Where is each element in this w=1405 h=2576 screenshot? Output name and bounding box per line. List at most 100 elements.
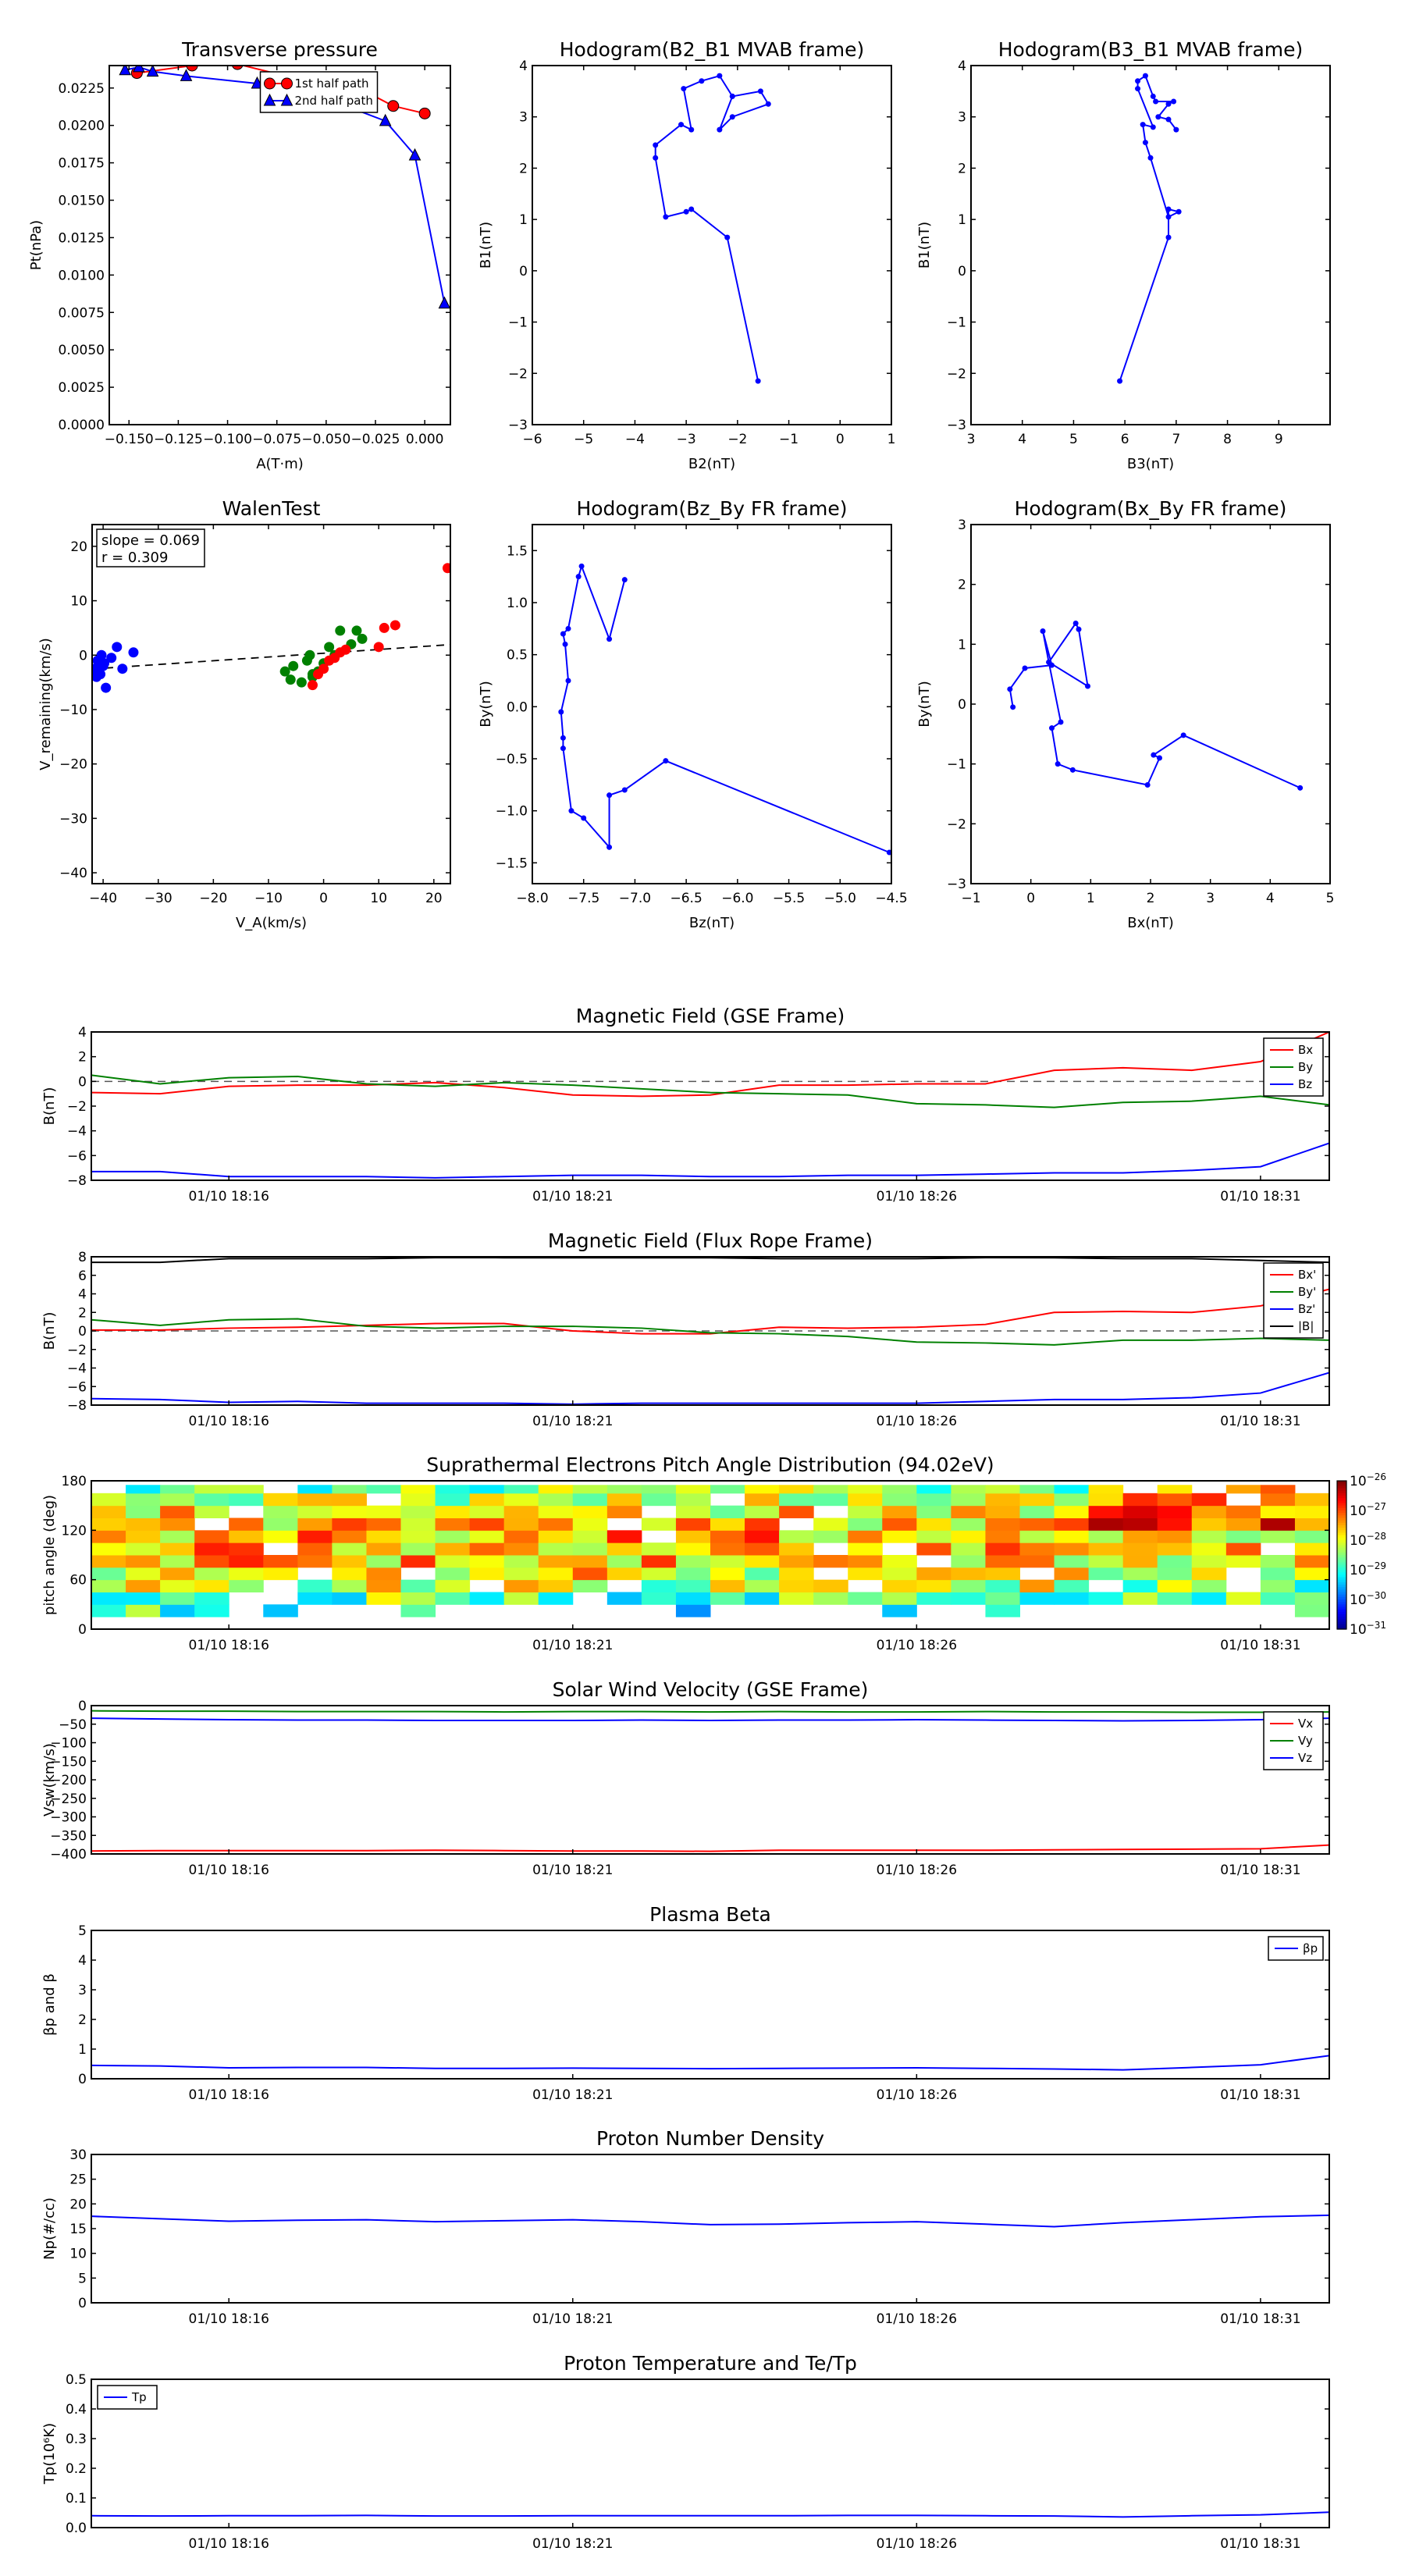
heatmap-cell <box>91 1517 126 1531</box>
heatmap-cell <box>675 1530 711 1543</box>
chart-bgse: Magnetic Field (GSE Frame) −8 −6 −4 −2 0 2 4 01/… <box>41 1005 1330 1204</box>
x-axis-label: Bx(nT) <box>1127 915 1173 931</box>
x-tick-label: 1 <box>887 432 896 447</box>
y-tick-label: 0 <box>958 264 966 279</box>
x-tick-label: 01/10 18:31 <box>1220 2536 1300 2552</box>
plot-area <box>91 1710 1329 1852</box>
x-tick-label: 01/10 18:21 <box>532 2536 613 2552</box>
y-tick-label: −0.5 <box>496 752 528 767</box>
heatmap-cell <box>813 1530 848 1543</box>
heatmap-cell <box>263 1530 298 1543</box>
heatmap-cell <box>916 1530 951 1543</box>
x-tick-label: 01/10 18:31 <box>1220 1638 1300 1653</box>
heatmap-cell <box>675 1485 711 1494</box>
heatmap-cell <box>503 1542 539 1556</box>
heatmap-cell <box>332 1505 367 1518</box>
data-point <box>92 666 98 677</box>
legend-label: Vz <box>1298 1751 1312 1765</box>
y-tick-label: 2 <box>958 161 966 176</box>
axes-frame <box>91 524 451 884</box>
heatmap-cell <box>366 1517 401 1531</box>
heatmap-cell <box>91 1493 126 1507</box>
data-point <box>560 735 566 741</box>
heatmap-cell <box>435 1567 471 1581</box>
data-point <box>1069 767 1076 773</box>
x-axis-label: A(T·m) <box>256 456 304 472</box>
x-tick-label: 01/10 18:16 <box>189 2536 269 2552</box>
x-tick-label: −7.0 <box>619 891 651 906</box>
data-point <box>1049 662 1055 668</box>
heatmap-cell <box>1294 1604 1330 1617</box>
heatmap-cell <box>1294 1530 1330 1543</box>
heatmap-cell <box>1157 1517 1193 1531</box>
heatmap-cell <box>297 1505 333 1518</box>
heatmap-cell <box>1054 1567 1090 1581</box>
y-tick-label: 0.0000 <box>59 418 105 433</box>
heatmap-cell <box>1294 1493 1330 1507</box>
y-axis-label: B1(nT) <box>478 222 494 269</box>
y-axis-label: Np(#/cc) <box>41 2197 58 2260</box>
y-tick-label: 3 <box>958 110 966 126</box>
heatmap-cell <box>332 1579 367 1592</box>
heatmap-cell <box>160 1505 195 1518</box>
series-line-Vz <box>91 1717 1329 1722</box>
data-point <box>1055 761 1061 767</box>
x-tick-label: 01/10 18:21 <box>532 1189 613 1204</box>
heatmap-cell <box>572 1567 608 1581</box>
heatmap-cell <box>1088 1592 1124 1605</box>
data-point <box>688 206 695 212</box>
y-tick-label: 0 <box>78 1324 87 1340</box>
series-line-0 <box>91 2214 1329 2228</box>
heatmap-cell <box>745 1505 780 1518</box>
chart-h31: Hodogram(B3_B1 MVAB frame) −3 −2 −1 0 1 2 3 4 3 4 5… <box>916 38 1331 472</box>
axes-frame <box>970 524 1331 884</box>
heatmap-cell <box>951 1542 986 1556</box>
y-tick-label: 5 <box>78 2271 87 2286</box>
y-axis-label: Tp(10⁶K) <box>41 2423 58 2485</box>
heatmap-cell <box>126 1485 161 1494</box>
chart-title: Magnetic Field (Flux Rope Frame) <box>548 1229 873 1252</box>
colorbar-tick-label: 10−28 <box>1350 1531 1386 1549</box>
heatmap-cell <box>435 1530 471 1543</box>
heatmap-cell <box>675 1493 711 1507</box>
x-tick-label: −4 <box>625 432 645 447</box>
data-point <box>1165 234 1172 240</box>
heatmap-cell <box>848 1493 883 1507</box>
colorbar-tick-label: 10−27 <box>1350 1501 1386 1519</box>
heatmap-cell <box>160 1493 195 1507</box>
x-tick-label: −5.5 <box>773 891 805 906</box>
heatmap-cell <box>435 1592 471 1605</box>
heatmap-cell <box>400 1530 436 1543</box>
x-tick-label: 01/10 18:26 <box>877 1189 957 1204</box>
y-tick-label: −3 <box>508 418 528 433</box>
x-tick-label: 3 <box>967 432 976 447</box>
heatmap-cell <box>641 1542 677 1556</box>
heatmap-cell <box>985 1555 1020 1568</box>
y-tick-label: 15 <box>69 2222 87 2237</box>
data-point <box>1142 73 1148 79</box>
x-tick-label: 3 <box>1206 891 1215 906</box>
x-tick-label: 9 <box>1275 432 1283 447</box>
legend: 1st half path 2nd half path <box>259 71 379 113</box>
heatmap-cell <box>710 1530 745 1543</box>
heatmap-cell <box>985 1505 1020 1518</box>
x-tick-label: −40 <box>89 891 117 906</box>
y-tick-label: −6 <box>67 1148 87 1164</box>
x-tick-label: 10 <box>370 891 387 906</box>
heatmap-cell <box>641 1517 677 1531</box>
heatmap-cell <box>126 1567 161 1581</box>
x-tick-label: 01/10 18:26 <box>877 1638 957 1653</box>
heatmap-cell <box>400 1542 436 1556</box>
series-line-βp <box>91 2055 1329 2071</box>
heatmap-cell <box>779 1530 814 1543</box>
heatmap-cell <box>263 1555 298 1568</box>
data-point <box>621 787 628 793</box>
heatmap-cell <box>160 1579 195 1592</box>
heatmap-cell <box>675 1542 711 1556</box>
axes-frame <box>91 1705 1330 1855</box>
heatmap-cell <box>332 1485 367 1494</box>
heatmap-cell <box>332 1555 367 1568</box>
data-point <box>1297 785 1304 791</box>
x-tick-label: 01/10 18:21 <box>532 1414 613 1429</box>
heatmap-cell <box>710 1555 745 1568</box>
